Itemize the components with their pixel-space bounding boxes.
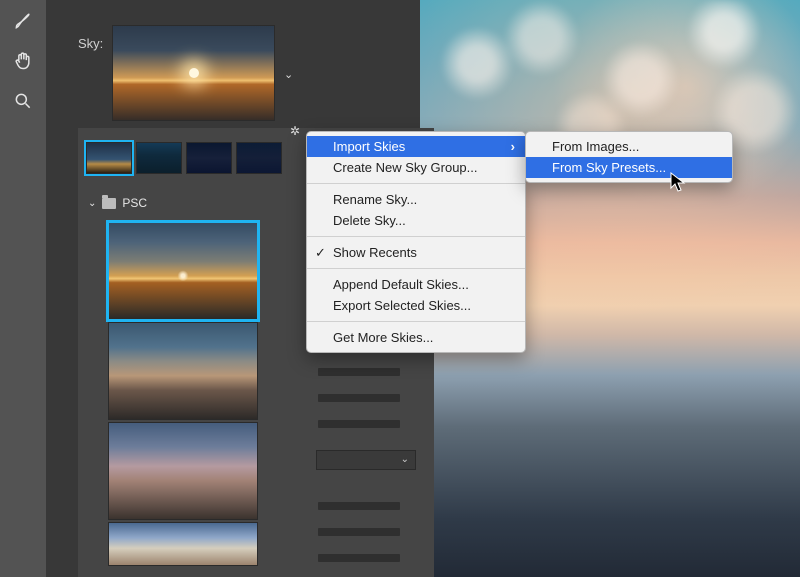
- menu-rename-sky[interactable]: Rename Sky...: [307, 189, 525, 210]
- submenu-from-images[interactable]: From Images...: [526, 136, 732, 157]
- menu-create-group[interactable]: Create New Sky Group...: [307, 157, 525, 178]
- hand-tool[interactable]: [12, 50, 34, 72]
- chevron-down-icon: ⌄: [88, 198, 96, 209]
- menu-show-recents-label: Show Recents: [333, 245, 417, 260]
- menu-rename-label: Rename Sky...: [333, 192, 417, 207]
- sky-presets-panel: ✲ ⌄ PSC: [78, 128, 304, 577]
- menu-separator: [307, 321, 525, 322]
- menu-separator: [307, 268, 525, 269]
- context-menu: Import Skies Create New Sky Group... Ren…: [306, 131, 526, 353]
- menu-export-selected[interactable]: Export Selected Skies...: [307, 295, 525, 316]
- recent-sky-2[interactable]: [136, 142, 182, 174]
- preset-thumb-4[interactable]: [108, 522, 258, 566]
- menu-append-default[interactable]: Append Default Skies...: [307, 274, 525, 295]
- submenu-from-images-label: From Images...: [552, 139, 639, 154]
- menu-get-more-label: Get More Skies...: [333, 330, 433, 345]
- recent-sky-3[interactable]: [186, 142, 232, 174]
- folder-icon: [102, 198, 116, 209]
- slider-6[interactable]: [318, 554, 400, 562]
- menu-delete-label: Delete Sky...: [333, 213, 406, 228]
- slider-5[interactable]: [318, 528, 400, 536]
- menu-import-skies-label: Import Skies: [333, 139, 405, 154]
- submenu-from-presets-label: From Sky Presets...: [552, 160, 666, 175]
- preset-thumb-3[interactable]: [108, 422, 258, 520]
- slider-1[interactable]: [318, 368, 400, 376]
- sky-selected-thumb[interactable]: [112, 25, 275, 121]
- zoom-tool[interactable]: [12, 90, 34, 112]
- mouse-cursor: [670, 172, 686, 194]
- menu-append-default-label: Append Default Skies...: [333, 277, 469, 292]
- brush-tool[interactable]: [12, 10, 34, 32]
- submenu-from-presets[interactable]: From Sky Presets...: [526, 157, 732, 178]
- preset-group: ⌄ PSC: [78, 190, 304, 566]
- sky-field-label: Sky:: [78, 36, 103, 51]
- slider-2[interactable]: [318, 394, 400, 402]
- gear-icon[interactable]: ✲: [290, 124, 300, 138]
- recent-sky-4[interactable]: [236, 142, 282, 174]
- menu-get-more[interactable]: Get More Skies...: [307, 327, 525, 348]
- dropdown-1[interactable]: ⌄: [316, 450, 416, 470]
- menu-separator: [307, 236, 525, 237]
- menu-separator: [307, 183, 525, 184]
- recent-sky-1[interactable]: [86, 142, 132, 174]
- menu-create-group-label: Create New Sky Group...: [333, 160, 478, 175]
- menu-export-selected-label: Export Selected Skies...: [333, 298, 471, 313]
- sky-dropdown-caret[interactable]: ⌄: [284, 68, 293, 81]
- preset-group-header[interactable]: ⌄ PSC: [78, 190, 304, 216]
- slider-3[interactable]: [318, 420, 400, 428]
- import-submenu: From Images... From Sky Presets...: [525, 131, 733, 183]
- menu-import-skies[interactable]: Import Skies: [307, 136, 525, 157]
- menu-show-recents[interactable]: Show Recents: [307, 242, 525, 263]
- menu-delete-sky[interactable]: Delete Sky...: [307, 210, 525, 231]
- preset-group-name: PSC: [122, 196, 147, 210]
- preset-thumb-1[interactable]: [108, 222, 258, 320]
- slider-4[interactable]: [318, 502, 400, 510]
- recent-skies-row: [78, 142, 304, 186]
- preset-thumb-2[interactable]: [108, 322, 258, 420]
- toolbar: [0, 0, 46, 577]
